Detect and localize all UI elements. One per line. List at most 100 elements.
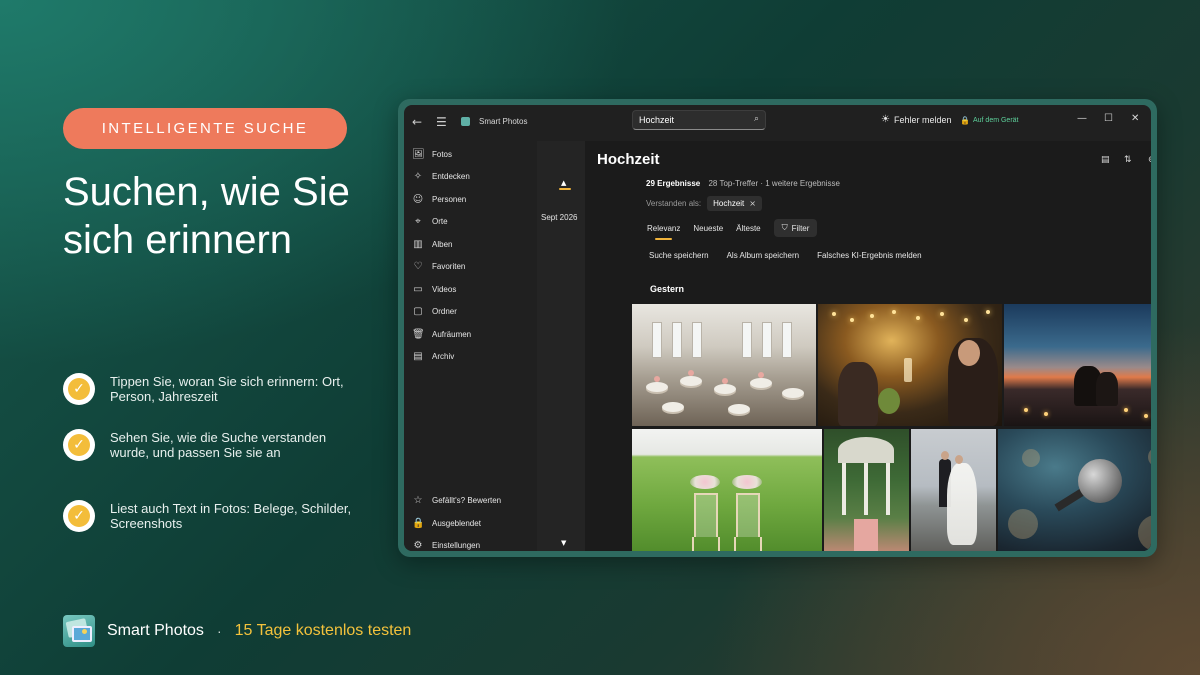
sidebar-item-settings[interactable]: ⚙ Einstellungen: [412, 538, 481, 551]
sidebar-item-ordner[interactable]: ▢ Ordner: [412, 304, 457, 318]
sidebar-item-label: Ordner: [432, 306, 457, 316]
trash-icon: 🗑: [412, 328, 425, 340]
result-detail: 28 Top-Treffer · 1 weitere Ergebnisse: [708, 179, 840, 188]
albums-icon: ▥: [413, 238, 423, 250]
timeline-date[interactable]: Sept 2026: [541, 213, 577, 222]
lock-icon: 🔒: [412, 517, 425, 529]
zoom-out-icon[interactable]: ⊖: [1148, 155, 1151, 165]
sidebar-item-videos[interactable]: ▭ Videos: [412, 282, 456, 296]
sidebar-item-orte[interactable]: ⌖ Orte: [412, 214, 447, 228]
video-icon: ▭: [413, 283, 423, 295]
sidebar-item-label: Fotos: [432, 149, 453, 159]
sidebar-item-label: Videos: [432, 284, 457, 294]
details-icon[interactable]: ▤: [1101, 155, 1110, 165]
app-title: Smart Photos: [479, 117, 528, 126]
sidebar-item-label: Personen: [432, 194, 467, 204]
trial-cta[interactable]: 15 Tage kostenlos testen: [235, 622, 412, 640]
sidebar-item-entdecken[interactable]: ✧ Entdecken: [412, 169, 470, 183]
feature-text: Sehen Sie, wie die Suche verstanden wurd…: [110, 430, 327, 460]
places-icon: ⌖: [415, 215, 421, 227]
photo-microphone[interactable]: [998, 429, 1151, 551]
app-logo-icon: [461, 117, 470, 126]
menu-icon[interactable]: ☰: [436, 115, 447, 129]
filter-icon: ⛉: [781, 223, 788, 232]
device-frame: ← ☰ Smart Photos Hochzeit ⌕ ☀ Fehler mel…: [398, 99, 1157, 557]
photo-gazebo[interactable]: [824, 429, 909, 551]
people-icon: ☺: [412, 193, 424, 205]
tab-neueste[interactable]: Neueste: [693, 220, 723, 237]
heart-icon: ♡: [413, 260, 423, 272]
feature-text: Tippen Sie, woran Sie sich erinnern: Ort…: [110, 374, 344, 404]
sidebar-item-label: Gefällt's? Bewerten: [432, 495, 502, 505]
query-chip[interactable]: Hochzeit ×: [707, 196, 762, 211]
discover-icon: ✧: [413, 170, 423, 182]
photo-reception-hall[interactable]: [632, 304, 816, 426]
photo-icon: 🖼: [412, 148, 425, 160]
on-device-badge: 🔒 Auf dem Gerät: [960, 116, 1019, 125]
feature-badge: INTELLIGENTE SUCHE: [63, 108, 347, 149]
tab-aelteste[interactable]: Älteste: [736, 220, 760, 237]
feature-item: ✓ Sehen Sie, wie die Suche verstanden wu…: [63, 429, 360, 461]
scroll-up-icon[interactable]: ▲: [561, 179, 566, 187]
chip-remove-icon[interactable]: ×: [749, 199, 756, 208]
photo-lawn-chairs[interactable]: [632, 429, 822, 551]
search-actions: Suche speichern Als Album speichern Fals…: [647, 247, 938, 264]
sidebar-item-alben[interactable]: ▥ Alben: [412, 237, 452, 251]
sort-icon[interactable]: ⇅: [1124, 155, 1132, 165]
folder-icon: ▢: [413, 305, 423, 317]
sidebar-item-label: Einstellungen: [432, 540, 481, 550]
page-title: Hochzeit: [597, 151, 660, 168]
bug-icon: ☀: [881, 114, 890, 125]
headline: Suchen, wie Sie sich erinnern: [63, 170, 350, 262]
on-device-label: Auf dem Gerät: [972, 117, 1019, 124]
check-icon: ✓: [63, 373, 95, 405]
sidebar-item-fotos[interactable]: 🖼 Fotos: [412, 147, 452, 161]
star-icon: ☆: [413, 494, 423, 506]
sidebar-item-label: Entdecken: [432, 171, 470, 181]
sidebar-item-archiv[interactable]: ▤ Archiv: [412, 349, 454, 363]
report-label: Fehler melden: [893, 114, 952, 125]
photo-grid: [632, 304, 1151, 551]
filter-button[interactable]: ⛉ Filter: [773, 219, 818, 237]
photo-bride-groom[interactable]: [911, 429, 996, 551]
chip-label: Hochzeit: [713, 199, 745, 208]
sidebar-item-personen[interactable]: ☺ Personen: [412, 192, 466, 206]
archive-icon: ▤: [413, 350, 423, 362]
sidebar-item-favoriten[interactable]: ♡ Favoriten: [412, 259, 466, 273]
search-input[interactable]: Hochzeit ⌕: [632, 110, 766, 130]
brand-footer: Smart Photos · 15 Tage kostenlos testen: [63, 615, 411, 647]
minimize-icon[interactable]: —: [1077, 113, 1087, 124]
sidebar-item-hidden[interactable]: 🔒 Ausgeblendet: [412, 516, 481, 530]
maximize-icon[interactable]: ☐: [1104, 113, 1113, 124]
save-search-button[interactable]: Suche speichern: [647, 247, 711, 264]
sidebar-item-label: Ausgeblendet: [432, 518, 481, 528]
photo-toast[interactable]: [818, 304, 1002, 426]
feature-text: Liest auch Text in Fotos: Belege, Schild…: [110, 501, 352, 531]
main-content: Hochzeit ▤ ⇅ ⊖ ⊕ 29 Ergebnisse 28 Top-Tr…: [585, 141, 1151, 551]
back-icon[interactable]: ←: [412, 115, 422, 129]
sidebar-item-label: Archiv: [432, 351, 455, 361]
sidebar-item-rate[interactable]: ☆ Gefällt's? Bewerten: [412, 493, 502, 507]
feature-item: ✓ Liest auch Text in Fotos: Belege, Schi…: [63, 500, 360, 532]
sidebar-item-aufraeumen[interactable]: 🗑 Aufräumen: [412, 327, 471, 341]
report-wrong-result-button[interactable]: Falsches KI-Ergebnis melden: [815, 247, 924, 264]
feature-item: ✓ Tippen Sie, woran Sie sich erinnern: O…: [63, 373, 360, 405]
sidebar-item-label: Alben: [432, 239, 453, 249]
scroll-down-icon[interactable]: ▼: [561, 539, 566, 547]
timeline-scrubber[interactable]: ▲ Sept 2026 ▼: [537, 141, 585, 551]
sidebar-item-label: Aufräumen: [432, 329, 472, 339]
tab-relevanz[interactable]: Relevanz: [647, 220, 680, 240]
report-bug-button[interactable]: ☀ Fehler melden: [881, 114, 952, 125]
check-icon: ✓: [63, 500, 95, 532]
result-summary: 29 Ergebnisse 28 Top-Treffer · 1 weitere…: [646, 179, 840, 188]
app-window: ← ☰ Smart Photos Hochzeit ⌕ ☀ Fehler mel…: [404, 105, 1151, 551]
timeline-marker[interactable]: [559, 188, 571, 190]
search-icon[interactable]: ⌕: [754, 114, 759, 124]
gear-icon: ⚙: [413, 539, 423, 551]
sidebar-item-label: Favoriten: [432, 261, 466, 271]
close-icon[interactable]: ✕: [1131, 113, 1139, 124]
save-as-album-button[interactable]: Als Album speichern: [725, 247, 801, 264]
query-interpretation: Verstanden als: Hochzeit ×: [646, 196, 762, 211]
photo-sunset-couple[interactable]: [1004, 304, 1151, 426]
app-logo-icon: [63, 615, 95, 647]
